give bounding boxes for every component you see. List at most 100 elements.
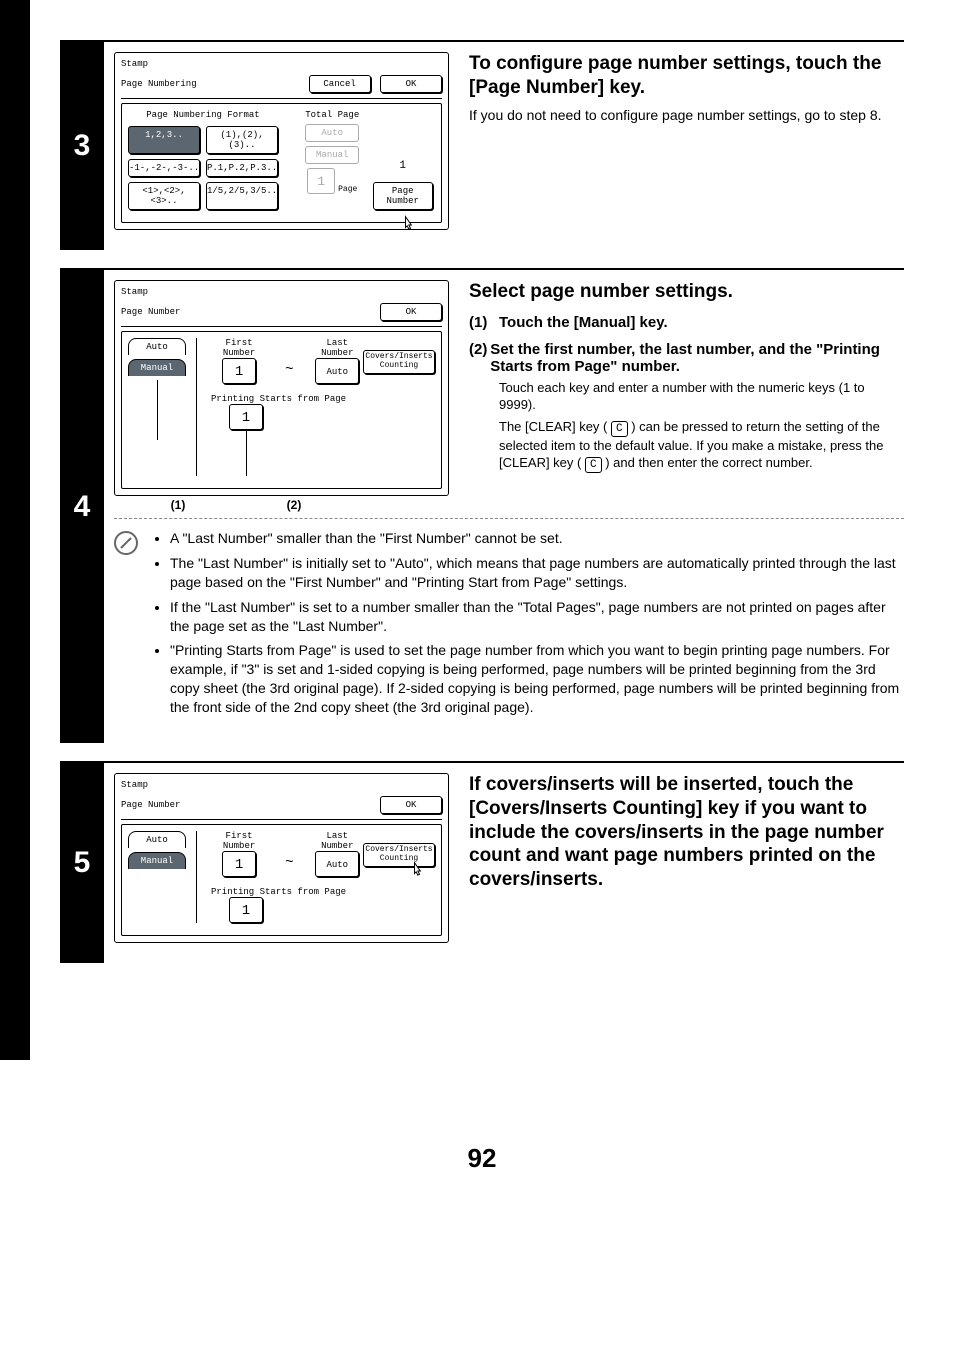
total-page-zone: Total Page Auto Manual 1 Page [298, 110, 366, 210]
clear-key-icon: C [611, 421, 628, 437]
first-number-input[interactable]: 1 [222, 358, 256, 384]
tilde-label: ~ [285, 362, 293, 384]
page-unit-label: Page [338, 185, 357, 194]
page-number-button[interactable]: Page Number [373, 182, 433, 210]
side-black-tab [0, 0, 30, 1060]
auto-tab-5[interactable]: Auto [128, 831, 186, 848]
step5-dialog-column: Stamp Page Number OK Auto Manual [114, 773, 449, 943]
d2a: The [CLEAR] key ( [499, 419, 607, 434]
tab-stem [157, 380, 186, 440]
dialog3-title: Stamp [121, 59, 442, 69]
first-number-label-5: First Number [211, 831, 267, 851]
dialog-stamp-page-numbering: Stamp Page Numbering Cancel OK Page [114, 52, 449, 230]
manual-button-dim: Manual [305, 146, 359, 164]
step-number-3: 3 [60, 42, 104, 250]
last-number-auto-button[interactable]: Auto [315, 358, 359, 384]
settings-stem [246, 426, 363, 476]
note-4: "Printing Starts from Page" is used to s… [170, 641, 904, 717]
substep1-num: (1) [469, 314, 499, 331]
dialog5-subtitle: Page Number [121, 800, 180, 810]
step5-heading: If covers/inserts will be inserted, touc… [469, 773, 904, 892]
substep1-text: Touch the [Manual] key. [499, 314, 668, 331]
dialog5-inner: Auto Manual First Number 1 ~ [121, 824, 442, 936]
right-zone: 1 Page Number [370, 110, 435, 210]
dialog3-header: Page Numbering Cancel OK [121, 75, 442, 99]
note-3: If the "Last Number" is set to a number … [170, 598, 904, 636]
step-3: 3 Stamp Page Numbering Cancel OK [60, 40, 904, 250]
ok-button[interactable]: OK [380, 75, 442, 93]
ok-button-4[interactable]: OK [380, 303, 442, 321]
step4-body: Stamp Page Number OK Auto Manual [104, 270, 904, 743]
dialog4-title: Stamp [121, 287, 442, 297]
note-2: The "Last Number" is initially set to "A… [170, 554, 904, 592]
one-display-dim: 1 [307, 168, 335, 194]
step-number-4: 4 [60, 270, 104, 743]
detail-text-1: Touch each key and enter a number with t… [499, 379, 904, 414]
callout-2: (2) [244, 498, 344, 512]
step4-description: Select page number settings. (1) Touch t… [449, 280, 904, 512]
format-123-button[interactable]: 1,2,3.. [128, 126, 200, 154]
step5-description: If covers/inserts will be inserted, touc… [449, 773, 904, 943]
clear-key-icon-2: C [585, 457, 602, 473]
psfp-label: Printing Starts from Page [211, 394, 363, 404]
format-button-grid: 1,2,3.. (1),(2),(3).. -1-,-2-,-3-.. P.1,… [128, 126, 278, 210]
step4-heading: Select page number settings. [469, 280, 904, 304]
psfp-input-5[interactable]: 1 [229, 897, 263, 923]
callout-1: (1) [142, 498, 214, 512]
last-number-label: Last Number [312, 338, 363, 358]
detail-text-2: The [CLEAR] key ( C ) can be pressed to … [499, 418, 904, 474]
settings-zone: First Number 1 ~ Last Number Auto [196, 338, 363, 476]
last-number-label-5: Last Number [312, 831, 363, 851]
dialog4-inner: Auto Manual First Number 1 [121, 331, 442, 489]
manual-tab[interactable]: Manual [128, 359, 186, 376]
dialog5-header: Page Number OK [121, 796, 442, 820]
format-dash-button[interactable]: -1-,-2-,-3-.. [128, 159, 200, 177]
format-slash-button[interactable]: 1/5,2/5,3/5.. [206, 182, 278, 210]
substep-1: (1) Touch the [Manual] key. [469, 314, 904, 331]
format-angle-button[interactable]: <1>,<2>,<3>.. [128, 182, 200, 210]
first-number-input-5[interactable]: 1 [222, 851, 256, 877]
step5-body: Stamp Page Number OK Auto Manual [104, 763, 904, 963]
content-area: 3 Stamp Page Numbering Cancel OK [60, 40, 904, 1174]
psfp-input[interactable]: 1 [229, 404, 263, 430]
dialog3-header-buttons: Cancel OK [309, 75, 442, 93]
right-one-display: 1 [399, 160, 406, 172]
covers-inserts-counting-button[interactable]: Covers/Inserts Counting [363, 350, 435, 374]
auto-tab[interactable]: Auto [128, 338, 186, 355]
tilde-label-5: ~ [285, 855, 293, 877]
dialog-page-number-4: Stamp Page Number OK Auto Manual [114, 280, 449, 496]
first-number-label: First Number [211, 338, 267, 358]
pointer-icon-5 [407, 861, 427, 881]
tab-column-5: Auto Manual [128, 831, 186, 923]
format-p-button[interactable]: P.1,P.2,P.3.. [206, 159, 278, 177]
format-paren-button[interactable]: (1),(2),(3).. [206, 126, 278, 154]
substep-2: (2) Set the first number, the last numbe… [469, 341, 904, 375]
footer-page-number: 92 [60, 1143, 904, 1174]
dialog3-inner: Page Numbering Format 1,2,3.. (1),(2),(3… [121, 103, 442, 223]
manual-tab-5[interactable]: Manual [128, 852, 186, 869]
dialog4-header: Page Number OK [121, 303, 442, 327]
step3-dialog-column: Stamp Page Numbering Cancel OK Page [114, 52, 449, 230]
step-4: 4 Stamp Page Number OK [60, 268, 904, 743]
psfp-label-5: Printing Starts from Page [211, 887, 363, 897]
ok-button-5[interactable]: OK [380, 796, 442, 814]
step-5: 5 Stamp Page Number OK Auto Manual [60, 761, 904, 963]
last-number-auto-button-5[interactable]: Auto [315, 851, 359, 877]
total-page-label: Total Page [298, 110, 366, 120]
cancel-button[interactable]: Cancel [309, 75, 371, 93]
substep2-text: Set the first number, the last number, a… [490, 341, 904, 375]
step3-heading: To configure page number settings, touch… [469, 52, 904, 100]
covers-zone-5: Covers/Inserts Counting [363, 831, 435, 923]
step3-body: Stamp Page Numbering Cancel OK Page [104, 42, 904, 250]
notes-block: A "Last Number" smaller than the "First … [114, 518, 904, 723]
dialog3-subtitle: Page Numbering [121, 79, 197, 89]
auto-button-dim: Auto [305, 124, 359, 142]
page-container: 3 Stamp Page Numbering Cancel OK [0, 0, 954, 1174]
step3-description: To configure page number settings, touch… [449, 52, 904, 230]
settings-zone-5: First Number 1 ~ Last Number Auto [196, 831, 363, 923]
substep2-num: (2) [469, 341, 490, 375]
dialog-page-number-5: Stamp Page Number OK Auto Manual [114, 773, 449, 943]
format-zone: Page Numbering Format 1,2,3.. (1),(2),(3… [128, 110, 278, 210]
note-pencil-icon [114, 531, 138, 555]
dialog5-title: Stamp [121, 780, 442, 790]
